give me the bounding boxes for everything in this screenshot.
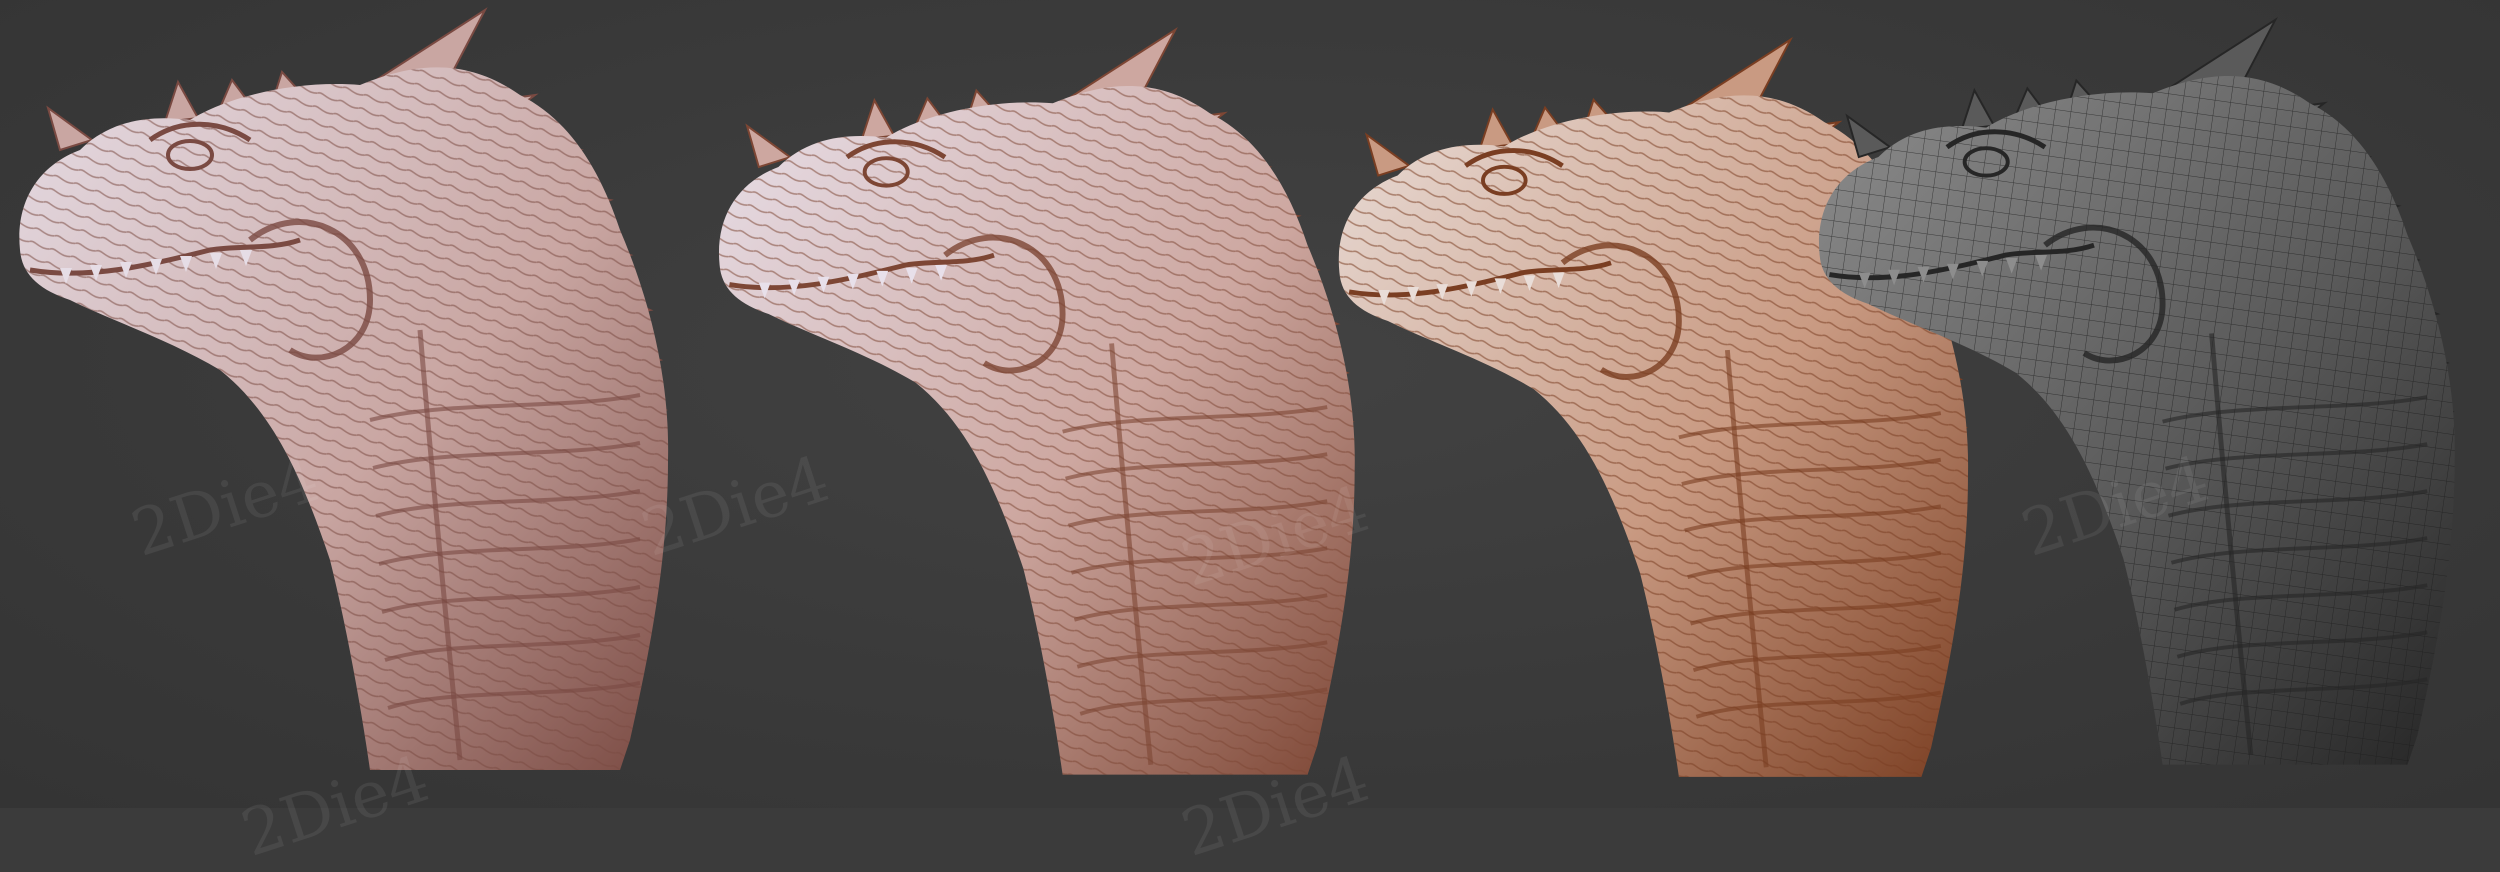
sculpt-view-2: [718, 26, 1355, 775]
dragon-renders: [19, 7, 2455, 777]
horn-spike: [745, 123, 793, 169]
sculpt-view-1: [19, 7, 669, 770]
horn-spike: [1960, 87, 1996, 131]
horn-spike: [1478, 107, 1514, 150]
horn-spike: [860, 97, 896, 141]
horn-spike: [163, 79, 200, 124]
scale-texture: [19, 67, 669, 770]
horn-spike: [46, 105, 95, 152]
render-canvas: 2Die4 2Die4 2Die4 2Die4 2Die4 2Die4: [0, 0, 2500, 872]
scale-texture: [718, 85, 1355, 775]
horn-spike: [1364, 132, 1412, 177]
